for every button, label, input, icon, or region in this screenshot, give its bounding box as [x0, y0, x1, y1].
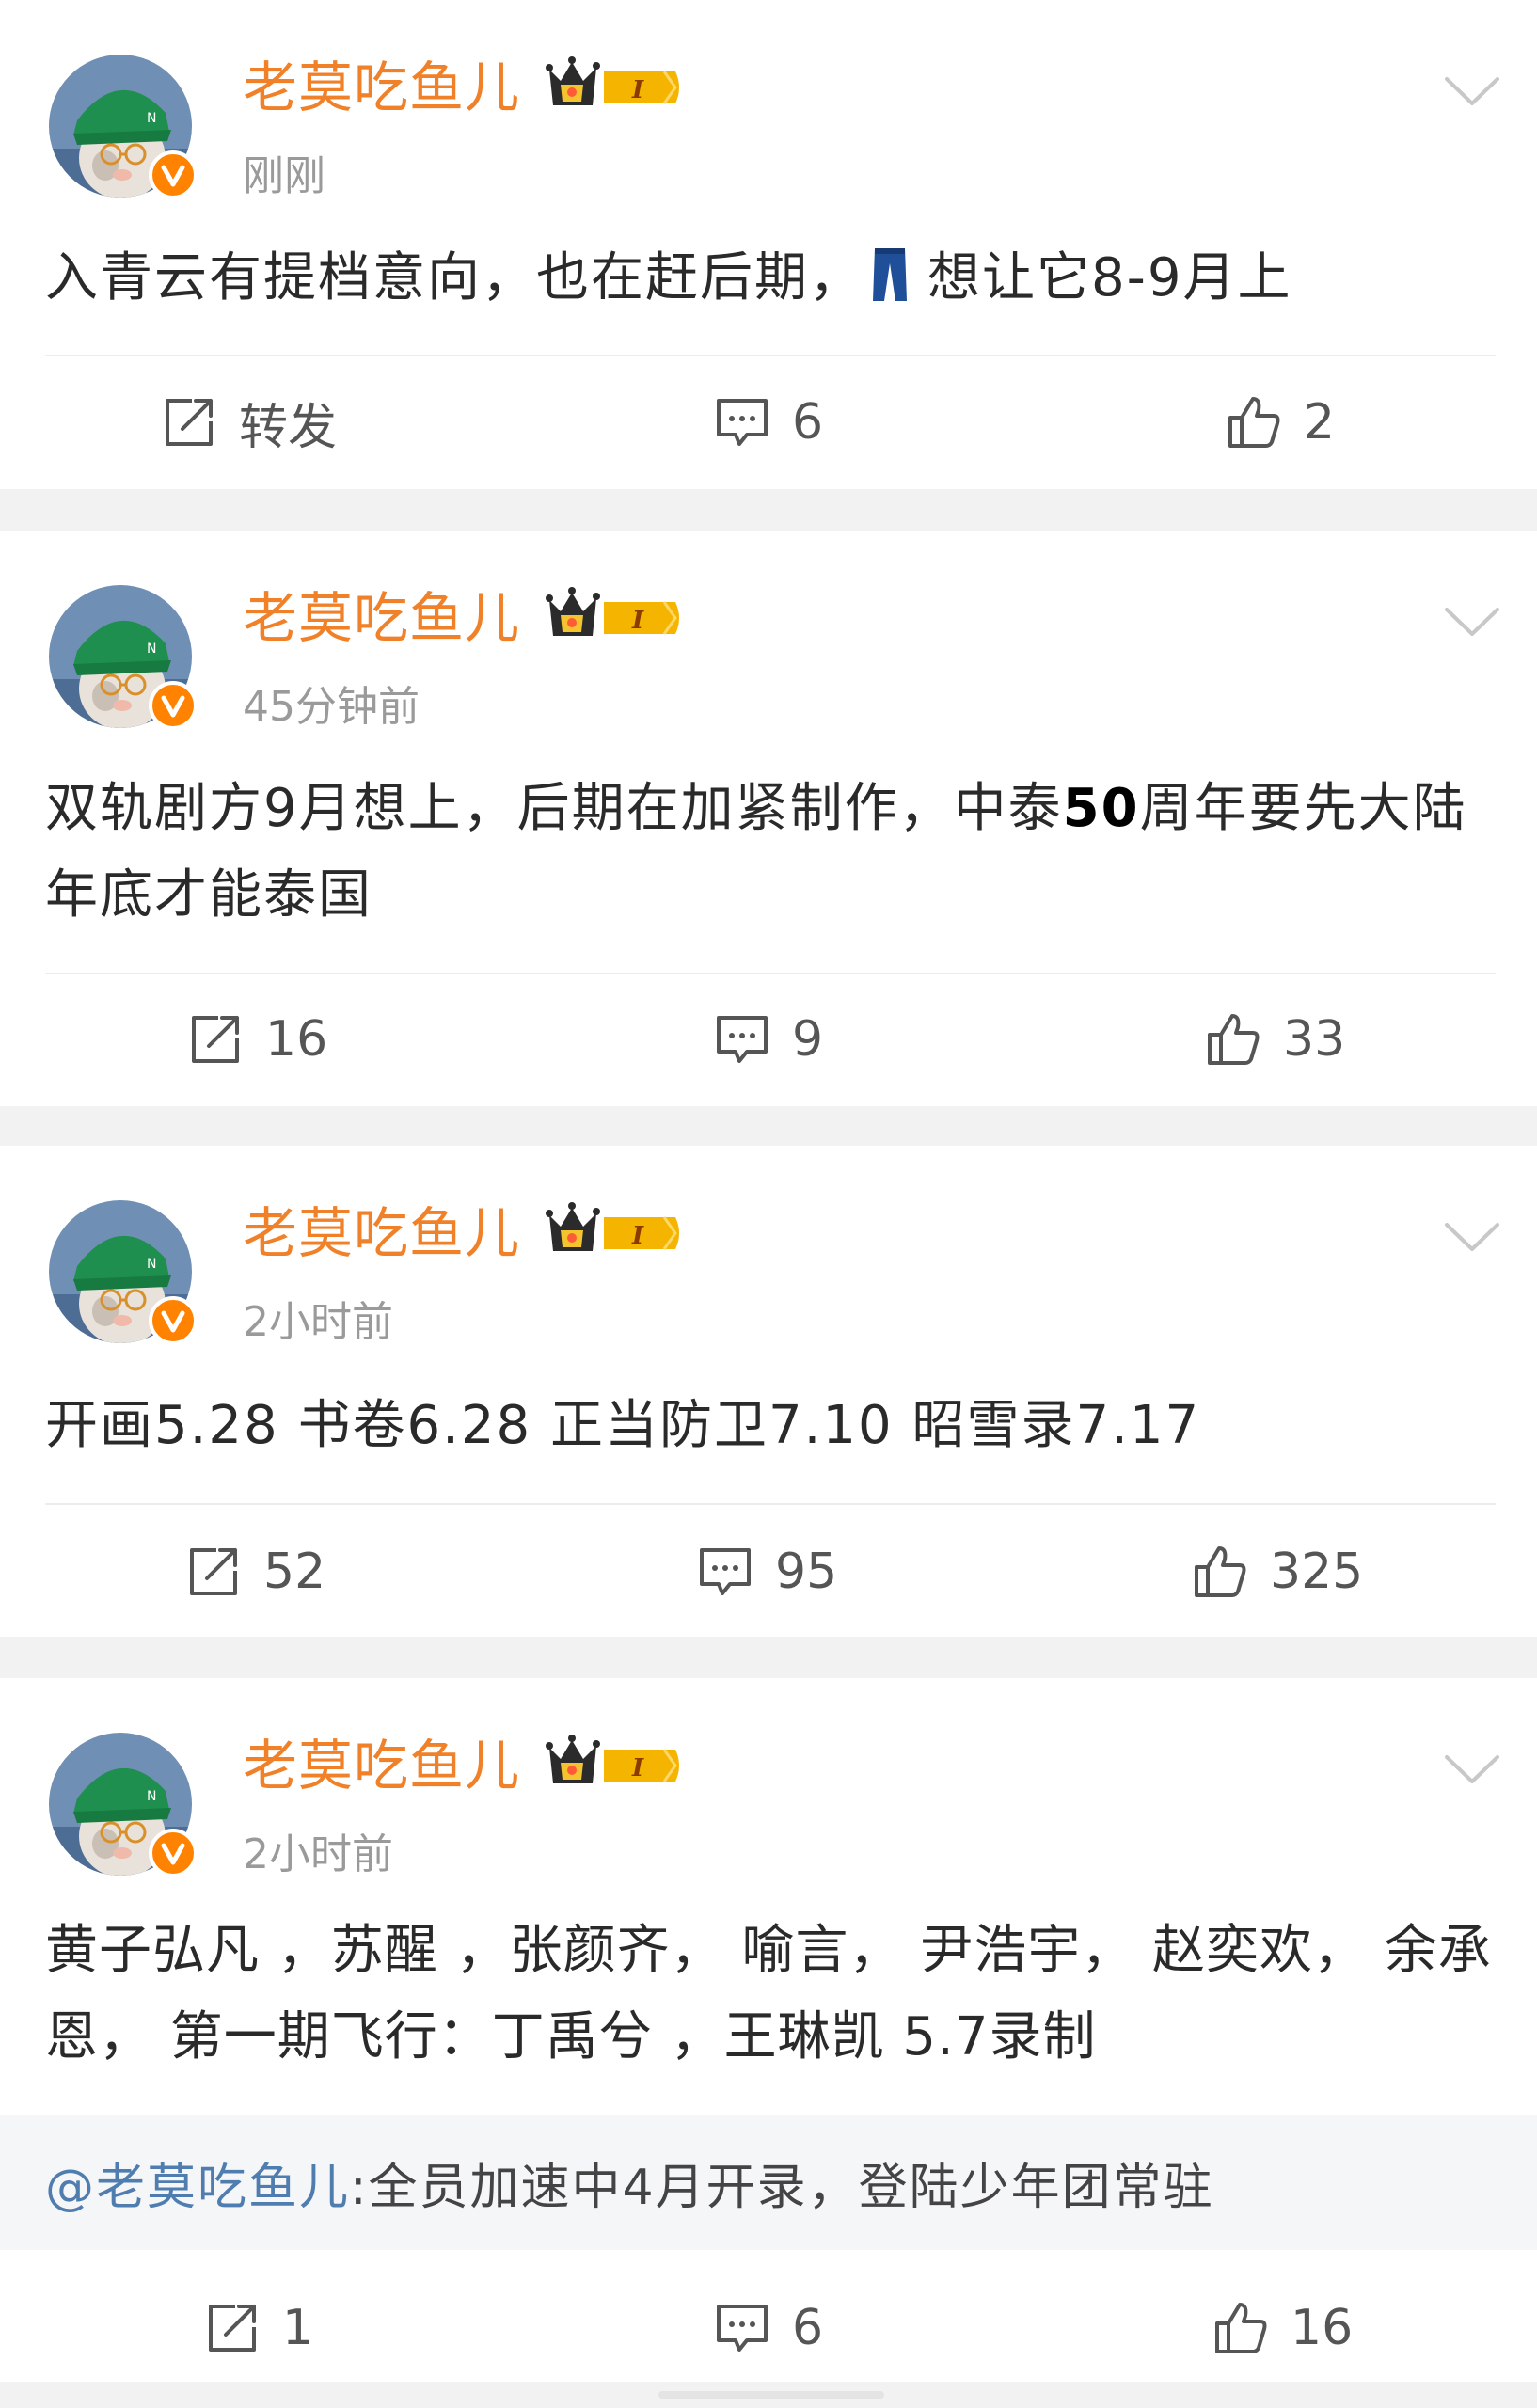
comment-icon — [696, 1543, 754, 1601]
comment-icon — [713, 393, 771, 452]
jeans-icon — [871, 246, 909, 303]
like-count: 16 — [1291, 2300, 1354, 2356]
repost-icon — [203, 2299, 261, 2357]
post-content[interactable]: 入青云有提档意向，也在赶后期， 想让它8-9月上 — [45, 235, 1503, 322]
repost-icon — [160, 393, 218, 452]
thumbs-up-icon — [1212, 2299, 1270, 2357]
chevron-down-icon[interactable] — [1439, 68, 1505, 115]
username[interactable]: 老莫吃鱼儿 — [243, 55, 520, 120]
feed-post: 老莫吃鱼儿 2小时前 开画5.28 书卷6.28 正当防卫7.10 昭雪录7.1… — [0, 1146, 1537, 1637]
repost-icon — [186, 1010, 245, 1069]
quoted-repost[interactable]: @老莫吃鱼儿 :全员加速中4月开录，登陆少年团常驻 — [0, 2115, 1537, 2250]
repost-button[interactable]: 1 — [203, 2295, 313, 2361]
quote-text: :全员加速中4月开录，登陆少年团常驻 — [350, 2159, 1214, 2216]
comment-icon — [713, 2299, 771, 2357]
verified-v-icon — [149, 150, 198, 199]
like-count: 33 — [1283, 1011, 1346, 1068]
like-button[interactable]: 33 — [1204, 1006, 1345, 1072]
divider — [45, 355, 1496, 356]
scroll-indicator — [658, 2391, 884, 2399]
comment-count: 6 — [792, 394, 824, 451]
repost-label: 转发 — [239, 399, 338, 456]
mention-link[interactable]: @老莫吃鱼儿 — [45, 2147, 350, 2218]
comment-count: 9 — [792, 1011, 824, 1068]
feed-post: 老莫吃鱼儿 刚刚 入青云有提档意向，也在赶后期， 想让它8-9月上 转发 6 2 — [0, 0, 1537, 489]
username[interactable]: 老莫吃鱼儿 — [243, 1200, 520, 1266]
feed-post: 老莫吃鱼儿 2小时前 黄子弘凡 ，苏醒 ，张颜齐， 喻言， 尹浩宇， 赵奕欢， … — [0, 1678, 1537, 2382]
username[interactable]: 老莫吃鱼儿 — [243, 1733, 520, 1798]
crown-level-badge-icon[interactable] — [544, 1200, 685, 1266]
verified-v-icon — [149, 1829, 198, 1877]
chevron-down-icon[interactable] — [1439, 1746, 1505, 1793]
thumbs-up-icon — [1204, 1010, 1262, 1069]
post-time: 2小时前 — [243, 1298, 393, 1346]
verified-v-icon — [149, 681, 198, 730]
repost-button[interactable]: 16 — [186, 1006, 327, 1072]
comment-button[interactable]: 9 — [713, 1006, 823, 1072]
thumbs-up-icon — [1191, 1543, 1249, 1601]
repost-count: 16 — [265, 1011, 328, 1068]
post-content-text: 双轨剧方9月想上，后期在加紧制作，中泰 — [45, 778, 1063, 839]
comment-icon — [713, 1010, 771, 1069]
divider — [45, 1503, 1496, 1505]
username[interactable]: 老莫吃鱼儿 — [243, 585, 520, 651]
comment-count: 6 — [792, 2300, 824, 2356]
post-time: 2小时前 — [243, 1830, 393, 1878]
post-content-bold: 50 — [1062, 778, 1140, 839]
like-button[interactable]: 16 — [1212, 2295, 1353, 2361]
feed-post: 老莫吃鱼儿 45分钟前 双轨剧方9月想上，后期在加紧制作，中泰50周年要先大陆年… — [0, 531, 1537, 1106]
post-time: 45分钟前 — [243, 683, 420, 731]
repost-button[interactable]: 52 — [184, 1539, 325, 1605]
post-content-text: 入青云有提档意向，也在赶后期， — [45, 247, 864, 309]
like-count: 2 — [1304, 394, 1336, 451]
crown-level-badge-icon[interactable] — [544, 585, 685, 651]
comment-button[interactable]: 95 — [696, 1539, 837, 1605]
post-content[interactable]: 双轨剧方9月想上，后期在加紧制作，中泰50周年要先大陆年底才能泰国 — [45, 766, 1503, 939]
verified-v-icon — [149, 1296, 198, 1345]
post-content[interactable]: 开画5.28 书卷6.28 正当防卫7.10 昭雪录7.17 — [45, 1383, 1503, 1469]
like-button[interactable]: 2 — [1225, 389, 1335, 455]
like-button[interactable]: 325 — [1191, 1539, 1363, 1605]
like-count: 325 — [1270, 1544, 1364, 1600]
repost-icon — [184, 1543, 243, 1601]
thumbs-up-icon — [1225, 393, 1283, 452]
repost-count: 52 — [263, 1544, 326, 1600]
repost-count: 1 — [282, 2300, 314, 2356]
chevron-down-icon[interactable] — [1439, 598, 1505, 645]
comment-count: 95 — [775, 1544, 838, 1600]
crown-level-badge-icon[interactable] — [544, 55, 685, 120]
repost-button[interactable]: 转发 — [160, 389, 338, 456]
post-time: 刚刚 — [243, 152, 325, 200]
comment-button[interactable]: 6 — [713, 2295, 823, 2361]
divider — [45, 973, 1496, 974]
crown-level-badge-icon[interactable] — [544, 1733, 685, 1798]
post-content-text: 想让它8-9月上 — [927, 247, 1292, 309]
comment-button[interactable]: 6 — [713, 389, 823, 455]
chevron-down-icon[interactable] — [1439, 1213, 1505, 1260]
post-content[interactable]: 黄子弘凡 ，苏醒 ，张颜齐， 喻言， 尹浩宇， 赵奕欢， 余承恩， 第一期飞行：… — [45, 1908, 1503, 2081]
